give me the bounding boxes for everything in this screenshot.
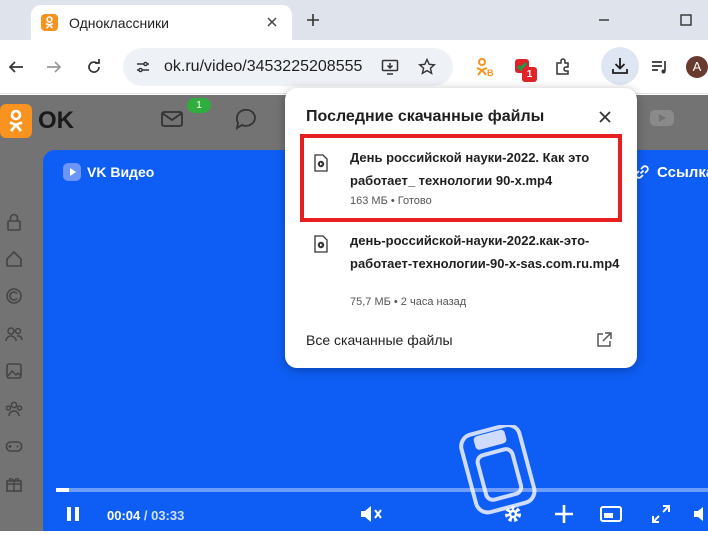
popup-title: Последние скачанные файлы — [306, 108, 545, 125]
ok-logo-icon — [0, 104, 32, 138]
svg-text:B: B — [487, 68, 494, 78]
video-icon[interactable] — [648, 107, 676, 129]
close-icon[interactable] — [264, 14, 280, 30]
downloads-button[interactable] — [601, 47, 639, 85]
install-app-icon[interactable] — [381, 58, 399, 76]
download-icon — [610, 56, 630, 76]
site-settings-icon[interactable] — [135, 59, 151, 75]
photo-icon[interactable] — [5, 362, 23, 380]
new-tab-button[interactable] — [303, 10, 323, 30]
left-sidebar — [0, 155, 40, 535]
address-bar[interactable]: ok.ru/video/3453225208555 — [123, 48, 453, 86]
player-controls: 00:04 / 03:33 — [43, 498, 708, 531]
video-progress-fill — [56, 488, 70, 492]
share-label: Ссылка — [657, 163, 708, 181]
add-plus-icon[interactable] — [553, 503, 575, 525]
vk-video-play-icon — [63, 163, 81, 181]
share-link-button[interactable]: Ссылка — [633, 163, 708, 181]
friends-icon[interactable] — [5, 325, 23, 343]
current-time: 00:04 — [107, 508, 141, 523]
back-arrow-icon[interactable] — [4, 55, 28, 79]
total-time: 03:33 — [151, 508, 185, 523]
vk-video-label: VK Видео — [87, 164, 155, 180]
extensions-puzzle-icon[interactable] — [551, 55, 575, 79]
maximize-icon[interactable] — [677, 11, 695, 29]
circle-c-icon[interactable] — [5, 287, 23, 305]
minimize-icon[interactable] — [595, 11, 613, 29]
settings-gear-icon[interactable] — [502, 503, 524, 525]
video-progress-bar[interactable] — [56, 488, 708, 492]
open-external-icon[interactable] — [595, 331, 613, 349]
vk-video-brand[interactable]: VK Видео — [63, 163, 154, 181]
profile-avatar[interactable]: A — [686, 56, 708, 78]
bookmark-star-icon[interactable] — [418, 58, 436, 76]
fullscreen-icon[interactable] — [650, 503, 672, 525]
groups-icon[interactable] — [5, 400, 23, 418]
extension-badge: 1 — [522, 67, 537, 82]
time-separator: / — [140, 508, 152, 523]
browser-toolbar: ok.ru/video/3453225208555 B 1 A — [0, 40, 708, 94]
messages-icon[interactable] — [160, 109, 184, 129]
site-logo[interactable]: OK — [0, 103, 78, 139]
download-item-name: день-российской-науки-2022.как-это-работ… — [350, 233, 620, 271]
discussions-icon[interactable] — [234, 108, 258, 130]
download-item[interactable]: день-российской-науки-2022.как-это-работ… — [299, 223, 621, 313]
games-icon[interactable] — [5, 437, 23, 455]
ok-logo-text: OK — [38, 107, 74, 134]
miniplayer-icon[interactable] — [599, 504, 623, 524]
highlight-box — [300, 134, 622, 222]
tab-title: Одноклассники — [69, 14, 170, 31]
pause-icon[interactable] — [63, 504, 83, 524]
odnoklassniki-icon — [41, 14, 58, 31]
reload-icon[interactable] — [82, 55, 106, 79]
video-file-icon — [314, 235, 328, 253]
tab-strip: Одноклассники — [0, 0, 708, 40]
tab-odnoklassniki[interactable]: Одноклассники — [31, 5, 292, 40]
downloads-popup: Последние скачанные файлы День российско… — [285, 88, 637, 368]
mute-icon[interactable] — [358, 503, 384, 525]
time-display: 00:04 / 03:33 — [107, 508, 184, 523]
media-controls-icon[interactable] — [648, 55, 672, 79]
close-icon[interactable] — [595, 107, 615, 127]
messages-count-badge: 1 — [187, 98, 211, 113]
gift-icon[interactable] — [5, 475, 23, 493]
url-text: ok.ru/video/3453225208555 — [164, 58, 363, 75]
download-item-meta: 75,7 МБ • 2 часа назад — [350, 296, 467, 308]
forward-arrow-icon[interactable] — [42, 55, 66, 79]
extension-vk-icon[interactable]: B — [473, 55, 497, 79]
volume-corner-icon[interactable] — [691, 504, 708, 524]
all-downloads-link[interactable]: Все скачанные файлы — [306, 332, 453, 348]
lock-icon[interactable] — [5, 213, 23, 231]
home-icon[interactable] — [5, 250, 23, 268]
